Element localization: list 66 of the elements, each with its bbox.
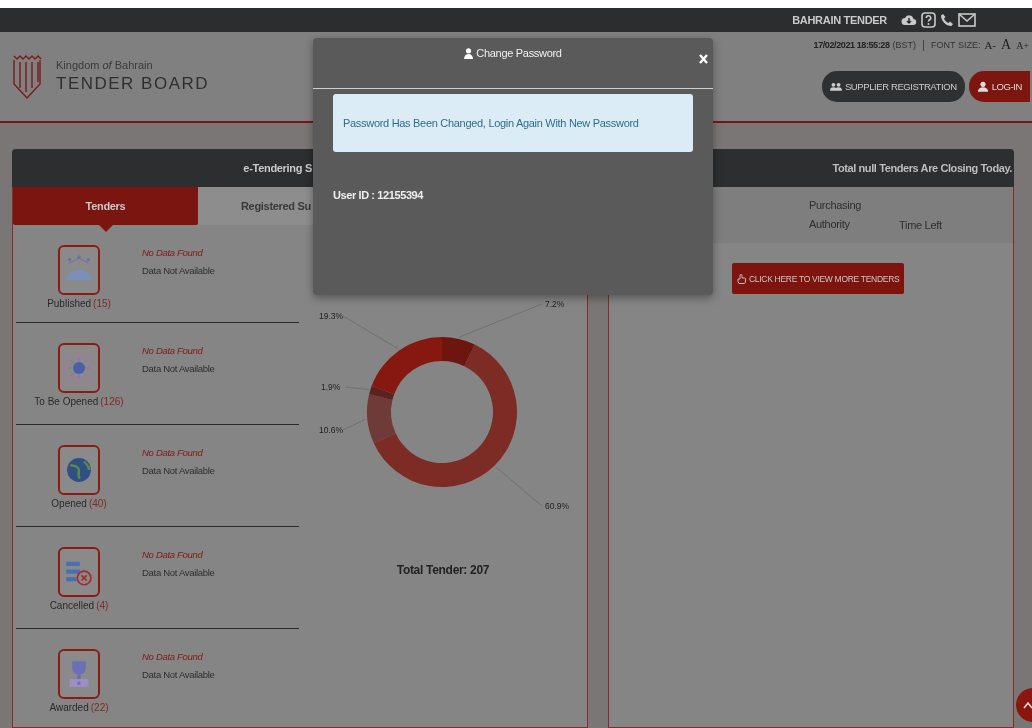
category-count: (15) — [93, 298, 111, 309]
login-button[interactable]: LOG-IN — [968, 71, 1030, 102]
category-icon-tile[interactable] — [58, 445, 100, 495]
logo-subtitle: Kingdom of Bahrain — [56, 58, 154, 71]
detail-text: Data Not Available — [142, 567, 215, 578]
close-icon — [699, 54, 708, 64]
data-label: 10.6% — [319, 425, 344, 435]
detail-text: Data Not Available — [142, 363, 215, 374]
status-text: No Data Found — [142, 247, 204, 258]
column-header: Purchasing Authority — [809, 198, 863, 232]
status-text: No Data Found — [142, 549, 204, 560]
category-icon-tile[interactable] — [58, 547, 100, 597]
user-icon — [464, 47, 474, 59]
status-text: No Data Found — [142, 345, 204, 356]
hand-pointer-icon — [737, 273, 746, 284]
leader-line — [342, 419, 366, 431]
data-label: 60.9% — [545, 501, 570, 511]
user-id-text: User ID : 12155394 — [333, 189, 425, 201]
date-time: 17/02/2021 18:55:28 — [813, 40, 890, 50]
font-size-button[interactable]: A+ — [1015, 39, 1030, 51]
user-icon — [976, 81, 989, 92]
detail-text: Data Not Available — [142, 669, 215, 680]
category-label[interactable]: Opened — [51, 498, 87, 509]
timezone: (BST) — [892, 40, 917, 50]
font-size-label: FONT SIZE: — [931, 40, 981, 50]
category-count: (40) — [88, 498, 107, 509]
category-icon-tile[interactable] — [58, 245, 100, 295]
modal-title: Change Password — [476, 47, 562, 59]
category-count: (4) — [96, 600, 109, 611]
status-text: No Data Found — [142, 447, 204, 458]
registration-button[interactable]: SUPPLIER REGISTRATION — [821, 71, 965, 102]
detail-text: Data Not Available — [142, 265, 215, 276]
category-icon-tile[interactable] — [58, 649, 100, 699]
data-label: 7.2% — [545, 299, 565, 309]
category-label[interactable]: Cancelled — [49, 600, 95, 611]
data-label: 19.3% — [319, 311, 344, 321]
category-count: (22) — [90, 702, 109, 713]
category-label[interactable]: Published — [47, 298, 92, 309]
font-size-button[interactable]: A — [1000, 37, 1013, 53]
category-count: (126) — [100, 396, 124, 407]
column-header: Time Left — [899, 217, 942, 231]
chevron-up-icon — [1023, 701, 1032, 709]
success-alert: Password Has Been Changed, Login Again With New Password — [333, 94, 693, 152]
logo-title: TENDER BOARD — [56, 73, 210, 94]
site-name[interactable]: BAHRAIN TENDER — [792, 14, 887, 26]
network-globe-icon — [62, 352, 96, 384]
closing-notice: Total null Tenders Are Closing Today. — [832, 162, 1013, 174]
font-size-button[interactable]: A- — [983, 39, 997, 51]
category-label[interactable]: Awarded — [49, 702, 89, 713]
data-label: 1.9% — [321, 382, 341, 392]
users-icon — [829, 81, 842, 92]
dashboard-title: e-Tendering S — [242, 162, 312, 174]
detail-text: Data Not Available — [142, 465, 215, 476]
cloud-download-icon — [901, 13, 917, 27]
category-icon-tile[interactable] — [58, 343, 100, 393]
tab-pointer — [98, 225, 113, 232]
category-label[interactable]: To Be Opened — [34, 396, 99, 407]
leader-line — [342, 315, 399, 350]
help-icon — [921, 12, 936, 28]
mail-icon — [958, 13, 976, 27]
phone-icon — [940, 13, 954, 27]
tab[interactable]: Registered Su — [198, 187, 313, 225]
status-text: No Data Found — [142, 651, 204, 662]
view-more-button[interactable]: CLICK HERE TO VIEW MORE TENDERS — [732, 263, 905, 294]
chart-total: Total Tender: 207 — [396, 563, 490, 577]
leader-line — [495, 466, 543, 507]
